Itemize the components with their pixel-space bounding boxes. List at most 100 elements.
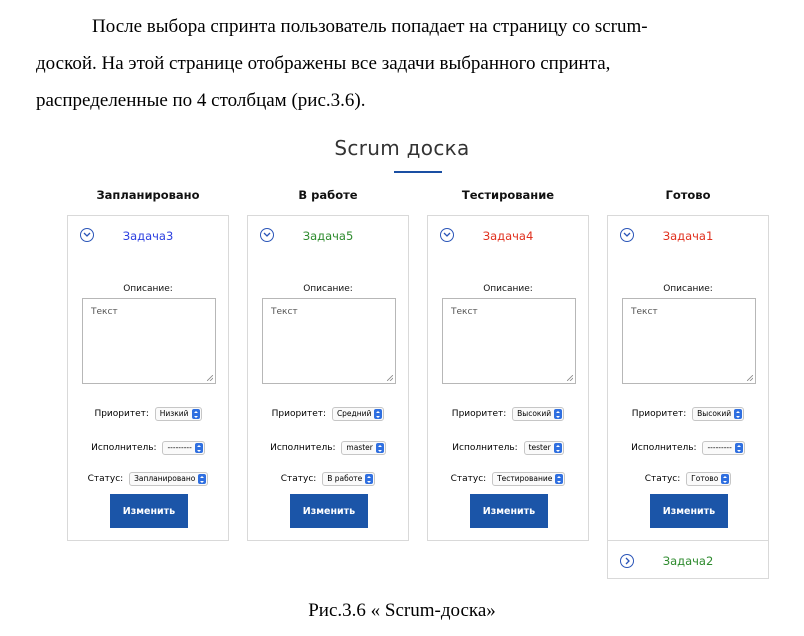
select-arrows-icon xyxy=(194,443,203,453)
task-title[interactable]: Задача5 xyxy=(248,229,408,243)
description-text: Текст xyxy=(271,307,298,317)
column-header-planned: Запланировано xyxy=(96,188,200,202)
assignee-label: Исполнитель: xyxy=(452,443,518,453)
assignee-label: Исполнитель: xyxy=(91,443,157,453)
status-value: Готово xyxy=(691,474,719,483)
priority-value: Средний xyxy=(336,409,372,418)
assignee-select[interactable]: --------- xyxy=(702,441,745,455)
intro-paragraph: После выбора спринта пользователь попада… xyxy=(36,8,756,119)
status-select[interactable]: Тестирование xyxy=(492,472,566,486)
priority-label: Приоритет: xyxy=(451,409,507,419)
status-value: Запланировано xyxy=(134,474,196,483)
assignee-label: Исполнитель: xyxy=(631,443,697,453)
update-button[interactable]: Изменить xyxy=(650,494,728,528)
status-select[interactable]: Запланировано xyxy=(129,472,209,486)
description-label: Описание: xyxy=(483,284,533,294)
priority-field: Приоритет: Средний xyxy=(248,407,408,421)
resize-grip-icon[interactable] xyxy=(747,375,753,381)
select-arrows-icon xyxy=(734,409,743,419)
task-title[interactable]: Задача4 xyxy=(428,229,588,243)
description-textarea[interactable]: Текст xyxy=(82,298,216,384)
assignee-field: Исполнитель: --------- xyxy=(68,441,228,455)
assignee-value: tester xyxy=(528,443,551,452)
description-textarea[interactable]: Текст xyxy=(442,298,576,384)
select-arrows-icon xyxy=(721,474,730,484)
description-textarea[interactable]: Текст xyxy=(622,298,756,384)
priority-select[interactable]: Высокий xyxy=(692,407,745,421)
priority-value: Низкий xyxy=(159,409,189,418)
select-arrows-icon xyxy=(553,443,562,453)
status-label: Статус: xyxy=(450,474,487,484)
select-arrows-icon xyxy=(191,409,200,419)
select-arrows-icon xyxy=(374,409,383,419)
description-label: Описание: xyxy=(663,284,713,294)
description-label: Описание: xyxy=(123,284,173,294)
status-field: Статус: В работе xyxy=(248,472,408,486)
task-title[interactable]: Задача3 xyxy=(68,229,228,243)
status-label: Статус: xyxy=(87,474,124,484)
figure-caption: Рис.3.6 « Scrum-доска» xyxy=(308,600,496,621)
assignee-select[interactable]: tester xyxy=(523,441,564,455)
title-underline xyxy=(394,171,442,173)
task-card: Задача5 Описание: Текст Приоритет: Средн… xyxy=(247,215,409,541)
assignee-field: Исполнитель: tester xyxy=(428,441,588,455)
assignee-select[interactable]: --------- xyxy=(162,441,205,455)
priority-value: Высокий xyxy=(697,409,732,418)
select-arrows-icon xyxy=(554,409,563,419)
status-value: В работе xyxy=(327,474,363,483)
assignee-select[interactable]: master xyxy=(341,441,386,455)
resize-grip-icon[interactable] xyxy=(387,375,393,381)
paragraph-line: После выбора спринта пользователь попада… xyxy=(92,16,648,37)
update-button[interactable]: Изменить xyxy=(290,494,368,528)
assignee-value: --------- xyxy=(707,443,732,452)
task-card-header: Задача4 xyxy=(428,216,588,254)
status-value: Тестирование xyxy=(497,474,553,483)
description-text: Текст xyxy=(91,307,118,317)
board-title: Scrum доска xyxy=(334,136,470,160)
assignee-label: Исполнитель: xyxy=(270,443,336,453)
resize-grip-icon[interactable] xyxy=(207,375,213,381)
resize-grip-icon[interactable] xyxy=(567,375,573,381)
select-arrows-icon xyxy=(555,474,564,484)
description-text: Текст xyxy=(451,307,478,317)
priority-select[interactable]: Низкий xyxy=(154,407,202,421)
update-button[interactable]: Изменить xyxy=(110,494,188,528)
priority-label: Приоритет: xyxy=(94,409,149,419)
status-field: Статус: Запланировано xyxy=(68,472,228,486)
collapsed-task-card: Задача2 xyxy=(607,540,769,579)
description-label: Описание: xyxy=(303,284,353,294)
select-arrows-icon xyxy=(365,474,374,484)
select-arrows-icon xyxy=(734,443,743,453)
task-card-header: Задача1 xyxy=(608,216,768,254)
task-card: Задача1 Описание: Текст Приоритет: Высок… xyxy=(607,215,769,541)
paragraph-line: доской. На этой странице отображены все … xyxy=(36,53,611,74)
column-header-testing: Тестирование xyxy=(461,188,555,202)
status-field: Статус: Готово xyxy=(608,472,768,486)
task-card: Задача4 Описание: Текст Приоритет: Высок… xyxy=(427,215,589,541)
priority-field: Приоритет: Высокий xyxy=(608,407,768,421)
priority-select[interactable]: Средний xyxy=(331,407,385,421)
priority-label: Приоритет: xyxy=(271,409,327,419)
column-header-in-progress: В работе xyxy=(298,188,358,202)
priority-field: Приоритет: Высокий xyxy=(428,407,588,421)
status-label: Статус: xyxy=(280,474,317,484)
select-arrows-icon xyxy=(198,474,207,484)
task-title[interactable]: Задача1 xyxy=(608,229,768,243)
assignee-field: Исполнитель: --------- xyxy=(608,441,768,455)
description-textarea[interactable]: Текст xyxy=(262,298,396,384)
task-title[interactable]: Задача2 xyxy=(608,554,768,568)
priority-select[interactable]: Высокий xyxy=(512,407,565,421)
description-text: Текст xyxy=(631,307,658,317)
status-select[interactable]: В работе xyxy=(322,472,376,486)
paragraph-line: распределенные по 4 столбцам (рис.3.6). xyxy=(36,90,366,111)
status-select[interactable]: Готово xyxy=(686,472,732,486)
assignee-value: --------- xyxy=(167,443,192,452)
task-card: Задача3 Описание: Текст Приоритет: Низки… xyxy=(67,215,229,541)
update-button[interactable]: Изменить xyxy=(470,494,548,528)
column-header-done: Готово xyxy=(665,188,711,202)
status-field: Статус: Тестирование xyxy=(428,472,588,486)
task-card-header: Задача3 xyxy=(68,216,228,254)
assignee-field: Исполнитель: master xyxy=(248,441,408,455)
task-card-header: Задача5 xyxy=(248,216,408,254)
priority-field: Приоритет: Низкий xyxy=(68,407,228,421)
